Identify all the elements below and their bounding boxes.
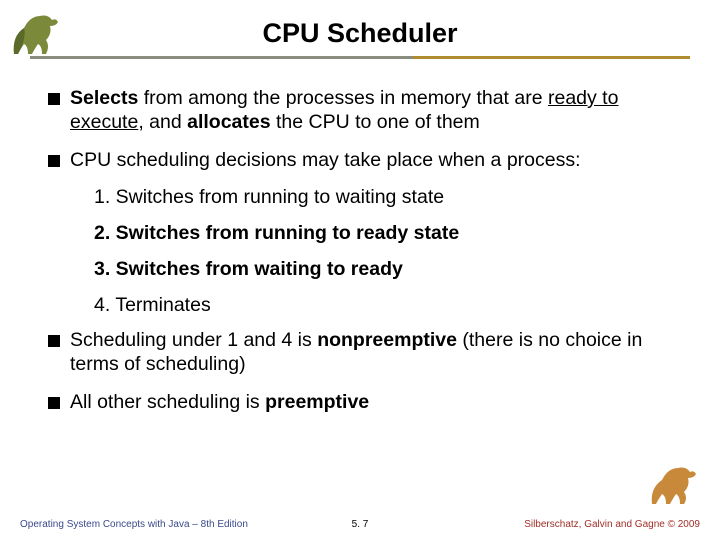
bullet-1: Selects from among the processes in memo… bbox=[48, 87, 690, 135]
bullet-3-text: Scheduling under 1 and 4 is nonpreemptiv… bbox=[70, 329, 690, 377]
bullet-icon bbox=[48, 335, 60, 347]
num-2: 2. Switches from running to ready state bbox=[94, 222, 690, 246]
num-3: 3. Switches from waiting to ready bbox=[94, 258, 690, 282]
rule-gray bbox=[30, 56, 413, 59]
num-1: 1. Switches from running to waiting stat… bbox=[94, 186, 690, 210]
bullet-2: CPU scheduling decisions may take place … bbox=[48, 149, 690, 173]
rule-gold bbox=[413, 56, 690, 59]
bullet-3: Scheduling under 1 and 4 is nonpreemptiv… bbox=[48, 329, 690, 377]
bullet-icon bbox=[48, 397, 60, 409]
num-3-text: 3. Switches from waiting to ready bbox=[94, 258, 403, 280]
footer: Operating System Concepts with Java – 8t… bbox=[0, 519, 720, 530]
footer-left: Operating System Concepts with Java – 8t… bbox=[20, 519, 248, 530]
dinosaur-small-icon bbox=[646, 460, 702, 510]
bold-nonpreemptive: nonpreemptive bbox=[317, 329, 457, 351]
page-title: CPU Scheduler bbox=[262, 18, 457, 49]
num-2-text: 2. Switches from running to ready state bbox=[94, 222, 459, 244]
slide: CPU Scheduler Selects from among the pro… bbox=[0, 0, 720, 540]
title-row: CPU Scheduler bbox=[30, 18, 690, 49]
bullet-icon bbox=[48, 93, 60, 105]
t: , and bbox=[138, 111, 187, 133]
t: Scheduling under 1 and 4 is bbox=[70, 329, 317, 351]
footer-page-number: 5. 7 bbox=[352, 519, 369, 530]
footer-right: Silberschatz, Galvin and Gagne © 2009 bbox=[524, 519, 700, 530]
num-4: 4. Terminates bbox=[94, 294, 690, 318]
bold-preemptive: preemptive bbox=[265, 391, 369, 413]
title-rule bbox=[30, 55, 690, 61]
bold-selects: Selects bbox=[70, 87, 138, 109]
content: Selects from among the processes in memo… bbox=[30, 87, 690, 415]
dinosaur-icon bbox=[6, 6, 70, 62]
bullet-4-text: All other scheduling is preemptive bbox=[70, 391, 690, 415]
bullet-icon bbox=[48, 155, 60, 167]
t: All other scheduling is bbox=[70, 391, 265, 413]
bullet-4: All other scheduling is preemptive bbox=[48, 391, 690, 415]
bullet-1-text: Selects from among the processes in memo… bbox=[70, 87, 690, 135]
t: from among the processes in memory that … bbox=[138, 87, 548, 109]
bullet-2-text: CPU scheduling decisions may take place … bbox=[70, 149, 690, 173]
bold-allocates: allocates bbox=[187, 111, 270, 133]
t: the CPU to one of them bbox=[271, 111, 480, 133]
